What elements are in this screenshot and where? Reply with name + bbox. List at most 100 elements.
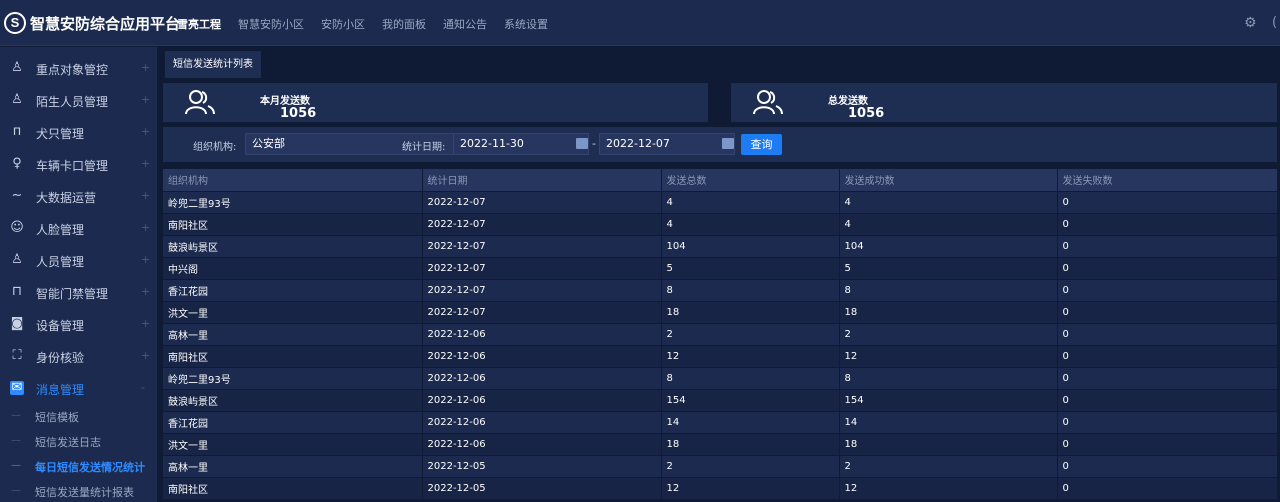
- table-cell: 南阳社区: [163, 213, 423, 236]
- users-icon: [753, 90, 783, 115]
- table-cell: 高林一里: [163, 455, 423, 478]
- sidebar-item-identity-check[interactable]: ⛶ 身份核验 +: [0, 341, 157, 373]
- sidebar-item-faces[interactable]: ☺ 人脸管理 +: [0, 213, 157, 245]
- sidebar-item-vehicle-gates[interactable]: ♀ 车辆卡口管理 +: [0, 149, 157, 181]
- table-cell: 0: [1057, 257, 1278, 280]
- sidebar-item-big-data[interactable]: ∼ 大数据运营 +: [0, 181, 157, 213]
- sidebar-sub-volume-report[interactable]: — 短信发送量统计报表: [0, 479, 157, 502]
- table-cell: 0: [1057, 433, 1278, 456]
- table-cell: 2022-12-06: [422, 433, 662, 456]
- table-row[interactable]: 鼓浪屿景区 2022-12-07 104 104 0: [163, 235, 1278, 258]
- table-row[interactable]: 香江花园 2022-12-06 14 14 0: [163, 411, 1278, 434]
- table-cell: 0: [1057, 323, 1278, 346]
- col-failed[interactable]: 发送失败数: [1057, 169, 1278, 192]
- stat-card-title: 本月发送数: [260, 96, 310, 107]
- table-cell: 香江花园: [163, 279, 423, 302]
- sidebar-item-access-control[interactable]: ⊓ 智能门禁管理 +: [0, 277, 157, 309]
- dog-icon: п: [12, 124, 22, 139]
- table-cell: 12: [661, 477, 840, 500]
- tab-strip: 短信发送统计列表: [157, 46, 1280, 78]
- table-row[interactable]: 南阳社区 2022-12-07 4 4 0: [163, 213, 1278, 236]
- sidebar-item-devices[interactable]: ◙ 设备管理 +: [0, 309, 157, 341]
- table-cell: 2: [661, 455, 840, 478]
- table-cell: 4: [839, 191, 1058, 214]
- stat-card-value: 1056: [848, 106, 885, 121]
- expand-icon: +: [141, 285, 151, 298]
- sidebar-item-label: 重点对象管控: [36, 63, 109, 77]
- table-row[interactable]: 高林一里 2022-12-05 2 2 0: [163, 455, 1278, 478]
- col-success[interactable]: 发送成功数: [839, 169, 1058, 192]
- dash-icon: —: [11, 435, 21, 446]
- sidebar-sub-label: 短信模板: [35, 411, 79, 424]
- sidebar-sub-sms-template[interactable]: — 短信模板: [0, 404, 157, 428]
- sidebar-item-messages[interactable]: ✉ 消息管理 -: [0, 373, 157, 405]
- nav-security-community[interactable]: 安防小区: [321, 16, 365, 32]
- sidebar-sub-label: 短信发送日志: [35, 436, 101, 449]
- table-row[interactable]: 岭兜二里93号 2022-12-06 8 8 0: [163, 367, 1278, 390]
- table-cell: 2022-12-06: [422, 323, 662, 346]
- nav-smart-community[interactable]: 智慧安防小区: [238, 16, 304, 32]
- nav-xueliang[interactable]: 雪亮工程: [177, 16, 221, 32]
- table-cell: 2022-12-06: [422, 411, 662, 434]
- table-row[interactable]: 中兴阁 2022-12-07 5 5 0: [163, 257, 1278, 280]
- stat-card-value: 1056: [280, 106, 317, 121]
- sidebar-item-dogs[interactable]: п 犬只管理 +: [0, 117, 157, 149]
- calendar-icon[interactable]: [722, 138, 734, 149]
- date-start-input[interactable]: 2022-11-30: [453, 133, 589, 155]
- expand-icon: +: [141, 157, 151, 170]
- sidebar-item-label: 消息管理: [36, 383, 85, 397]
- barrier-icon: ♀: [12, 156, 22, 171]
- table-cell: 0: [1057, 279, 1278, 302]
- date-end-input[interactable]: 2022-12-07: [599, 133, 735, 155]
- table-row[interactable]: 香江花园 2022-12-07 8 8 0: [163, 279, 1278, 302]
- table-cell: 18: [839, 433, 1058, 456]
- table-cell: 8: [661, 279, 840, 302]
- sidebar-item-strangers[interactable]: ♙ 陌生人员管理 +: [0, 85, 157, 117]
- table-cell: 0: [1057, 477, 1278, 500]
- table-cell: 岭兜二里93号: [163, 191, 423, 214]
- table-row[interactable]: 洪文一里 2022-12-07 18 18 0: [163, 301, 1278, 324]
- col-date[interactable]: 统计日期: [422, 169, 662, 192]
- table-row[interactable]: 洪文一里 2022-12-06 18 18 0: [163, 433, 1278, 456]
- table-cell: 5: [661, 257, 840, 280]
- user-icon[interactable]: (: [1272, 15, 1277, 30]
- stat-card-month: 本月发送数 1056: [163, 83, 708, 122]
- query-button[interactable]: 查询: [741, 134, 782, 155]
- col-org[interactable]: 组织机构: [163, 169, 423, 192]
- sidebar-item-key-targets[interactable]: ♙ 重点对象管控 +: [0, 53, 157, 85]
- table-cell: 南阳社区: [163, 345, 423, 368]
- table-cell: 0: [1057, 213, 1278, 236]
- gear-icon[interactable]: ⚙: [1244, 15, 1257, 31]
- table-cell: 2: [839, 323, 1058, 346]
- col-total[interactable]: 发送总数: [661, 169, 840, 192]
- table-cell: 2022-12-07: [422, 279, 662, 302]
- tab-sms-stats-list[interactable]: 短信发送统计列表: [165, 51, 261, 78]
- sidebar-sub-daily-stats[interactable]: — 每日短信发送情况统计: [0, 454, 157, 478]
- table-row[interactable]: 高林一里 2022-12-06 2 2 0: [163, 323, 1278, 346]
- nav-settings[interactable]: 系统设置: [504, 16, 548, 32]
- table-row[interactable]: 鼓浪屿景区 2022-12-06 154 154 0: [163, 389, 1278, 412]
- table-cell: 154: [661, 389, 840, 412]
- dash-icon: —: [11, 485, 21, 496]
- nav-my-panel[interactable]: 我的面板: [382, 16, 426, 32]
- sidebar: ♙ 重点对象管控 + ♙ 陌生人员管理 + п 犬只管理 + ♀ 车辆卡口管理 …: [0, 47, 157, 502]
- table-cell: 0: [1057, 367, 1278, 390]
- message-icon: ✉: [10, 380, 24, 395]
- table-cell: 104: [839, 235, 1058, 258]
- table-cell: 2022-12-07: [422, 235, 662, 258]
- table-row[interactable]: 岭兜二里93号 2022-12-07 4 4 0: [163, 191, 1278, 214]
- table-row[interactable]: 南阳社区 2022-12-05 12 12 0: [163, 477, 1278, 500]
- sidebar-item-personnel[interactable]: ♙ 人员管理 +: [0, 245, 157, 277]
- table-cell: 4: [661, 213, 840, 236]
- table-cell: 154: [839, 389, 1058, 412]
- nav-notices[interactable]: 通知公告: [443, 16, 487, 32]
- calendar-icon[interactable]: [576, 138, 588, 149]
- lock-icon: ⊓: [11, 284, 23, 299]
- expand-icon: +: [141, 125, 151, 138]
- table-cell: 8: [661, 367, 840, 390]
- table-row[interactable]: 南阳社区 2022-12-06 12 12 0: [163, 345, 1278, 368]
- expand-icon: +: [141, 189, 151, 202]
- table-cell: 2022-12-05: [422, 477, 662, 500]
- sidebar-item-label: 智能门禁管理: [36, 287, 109, 301]
- sidebar-sub-sms-log[interactable]: — 短信发送日志: [0, 429, 157, 453]
